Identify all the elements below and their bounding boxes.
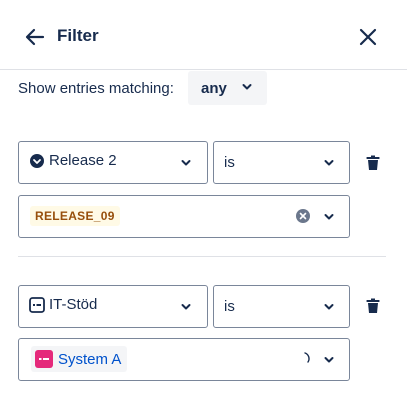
check-circle-icon (30, 154, 44, 168)
close-button[interactable] (355, 24, 381, 50)
rule-1-operator-label: is (224, 154, 235, 171)
rule-1-field-select[interactable]: Release 2 (18, 141, 208, 184)
value-tag: System A (31, 346, 128, 372)
chevron-down-icon (242, 84, 252, 90)
trash-icon (366, 298, 380, 313)
match-label: Show entries matching: (18, 80, 174, 97)
page-title: Filter (57, 26, 99, 45)
component-icon (29, 297, 45, 313)
trash-icon (366, 155, 380, 170)
arrow-left-icon (25, 28, 45, 46)
clear-icon[interactable] (295, 208, 311, 224)
chevron-down-icon (324, 159, 334, 165)
chevron-down-icon (324, 356, 334, 362)
filter-header: Filter (0, 0, 407, 70)
match-mode-value: any (201, 79, 227, 97)
value-lozenge: RELEASE_09 (30, 206, 120, 226)
rule-1-operator-select[interactable]: is (213, 141, 350, 184)
loading-spinner-icon (304, 352, 310, 363)
rule-2-operator-label: is (224, 298, 235, 315)
rule-2-delete-button[interactable] (364, 297, 382, 315)
chevron-down-icon (181, 159, 191, 165)
back-button[interactable] (22, 25, 48, 49)
rule-2-operator-select[interactable]: is (213, 285, 350, 328)
component-tag-icon (35, 350, 53, 368)
chevron-down-icon (324, 213, 334, 219)
close-icon (359, 28, 377, 46)
chevron-down-icon (324, 303, 334, 309)
divider (18, 256, 386, 257)
chevron-down-icon (181, 303, 191, 309)
rule-1-delete-button[interactable] (364, 154, 382, 172)
match-mode-select[interactable]: any (188, 71, 267, 105)
rule-1-field-label: Release 2 (49, 152, 117, 169)
rule-2-field-select[interactable]: IT-Stöd (18, 285, 208, 328)
rule-2-field-label: IT-Stöd (49, 296, 98, 313)
value-tag-label: System A (58, 350, 122, 368)
